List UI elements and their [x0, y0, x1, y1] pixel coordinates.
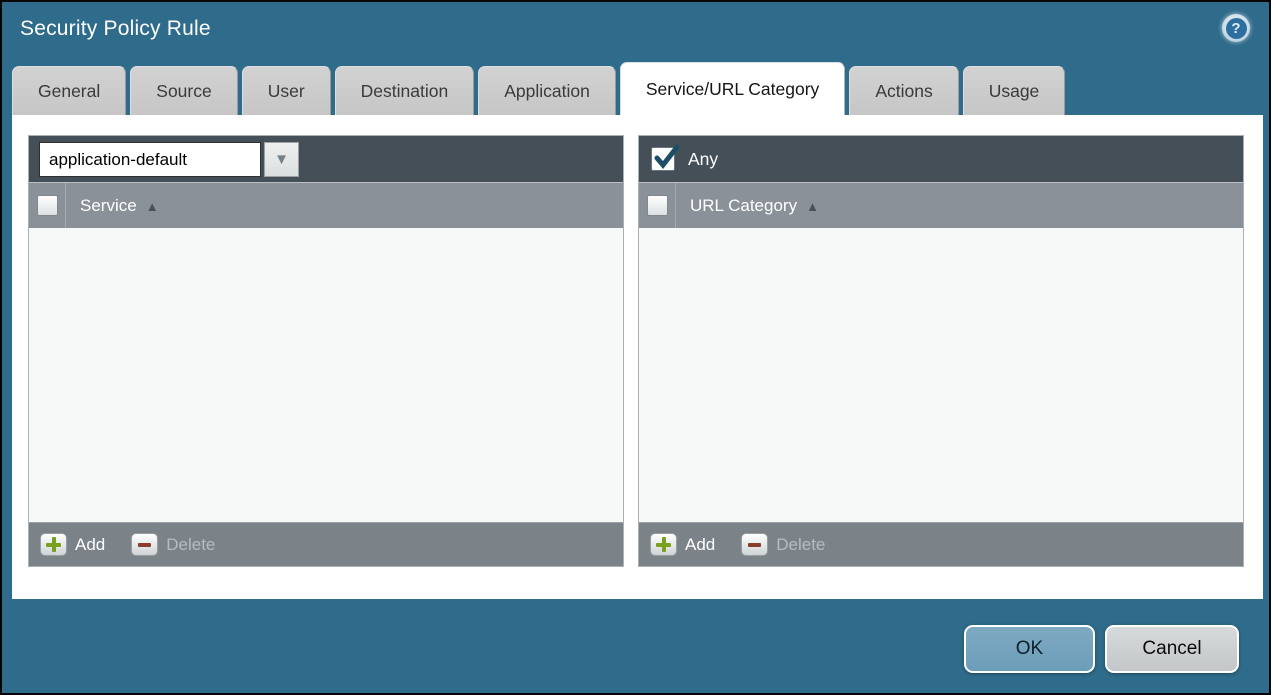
service-list[interactable] [29, 228, 623, 522]
any-row: Any [645, 144, 719, 171]
dialog-title: Security Policy Rule [20, 17, 211, 40]
service-select-all-checkbox[interactable] [36, 195, 58, 216]
url-category-header-checkcell [639, 183, 676, 228]
url-category-delete-button[interactable]: Delete [741, 533, 825, 556]
service-column-label: Service [80, 195, 137, 215]
service-panel: application-default ▼ Service ▲ Add Dele… [28, 135, 624, 567]
tab-general[interactable]: General [12, 66, 127, 115]
add-plus-icon [650, 533, 677, 556]
tab-content-area: application-default ▼ Service ▲ Add Dele… [12, 115, 1263, 599]
security-policy-rule-dialog: Security Policy Rule ? General Source Us… [0, 0, 1271, 695]
sort-asc-icon: ▲ [806, 199, 819, 214]
service-add-button[interactable]: Add [40, 533, 105, 556]
service-header-checkcell [29, 183, 66, 228]
add-button-label: Add [685, 534, 716, 554]
url-category-column-label: URL Category [690, 195, 798, 215]
any-checkbox[interactable] [651, 144, 680, 171]
url-category-footer: Add Delete [639, 522, 1243, 566]
service-toolbar: application-default ▼ [29, 136, 623, 182]
url-category-panel: Any URL Category ▲ Add Delete [638, 135, 1244, 567]
tab-label: Usage [988, 80, 1040, 101]
any-checkbox-label: Any [688, 148, 719, 169]
help-icon[interactable]: ? [1222, 14, 1250, 42]
url-category-toolbar: Any [639, 136, 1243, 182]
help-icon-glyph: ? [1225, 17, 1247, 39]
delete-minus-icon [741, 533, 769, 556]
service-footer: Add Delete [29, 522, 623, 566]
tab-label: User [267, 80, 305, 101]
tab-label: Destination [360, 80, 449, 101]
tab-service-url-category[interactable]: Service/URL Category [619, 62, 846, 115]
sort-asc-icon: ▲ [145, 199, 159, 214]
add-plus-icon [40, 533, 67, 556]
tab-label: Source [156, 80, 212, 101]
chevron-down-icon: ▼ [274, 150, 289, 168]
url-category-column-header[interactable]: URL Category ▲ [690, 183, 819, 228]
url-category-select-all-checkbox[interactable] [646, 195, 668, 216]
ok-button[interactable]: OK [964, 625, 1095, 673]
tab-label: Application [504, 80, 590, 101]
url-category-table-header: URL Category ▲ [639, 182, 1243, 228]
url-category-add-button[interactable]: Add [650, 533, 715, 556]
service-column-header[interactable]: Service ▲ [80, 183, 159, 228]
tab-actions[interactable]: Actions [849, 66, 959, 115]
delete-button-label: Delete [166, 534, 216, 554]
checkmark-icon [654, 144, 680, 169]
delete-button-label: Delete [776, 534, 826, 554]
service-table-header: Service ▲ [29, 182, 623, 228]
delete-minus-icon [131, 533, 159, 556]
tab-label: Service/URL Category [645, 78, 820, 99]
service-type-dropdown-button[interactable]: ▼ [264, 141, 299, 177]
tab-destination[interactable]: Destination [334, 66, 475, 115]
service-type-dropdown: application-default ▼ [39, 141, 299, 177]
tab-source[interactable]: Source [130, 66, 238, 115]
tab-bar: General Source User Destination Applicat… [12, 62, 1259, 115]
tab-label: Actions [875, 80, 933, 101]
service-delete-button[interactable]: Delete [131, 533, 215, 556]
cancel-button[interactable]: Cancel [1105, 625, 1239, 673]
url-category-list[interactable] [639, 228, 1243, 522]
service-type-dropdown-value[interactable]: application-default [39, 141, 261, 177]
tab-label: General [38, 80, 101, 101]
add-button-label: Add [75, 534, 106, 554]
tab-user[interactable]: User [241, 66, 331, 115]
tab-application[interactable]: Application [478, 66, 616, 115]
tab-usage[interactable]: Usage [962, 66, 1066, 115]
